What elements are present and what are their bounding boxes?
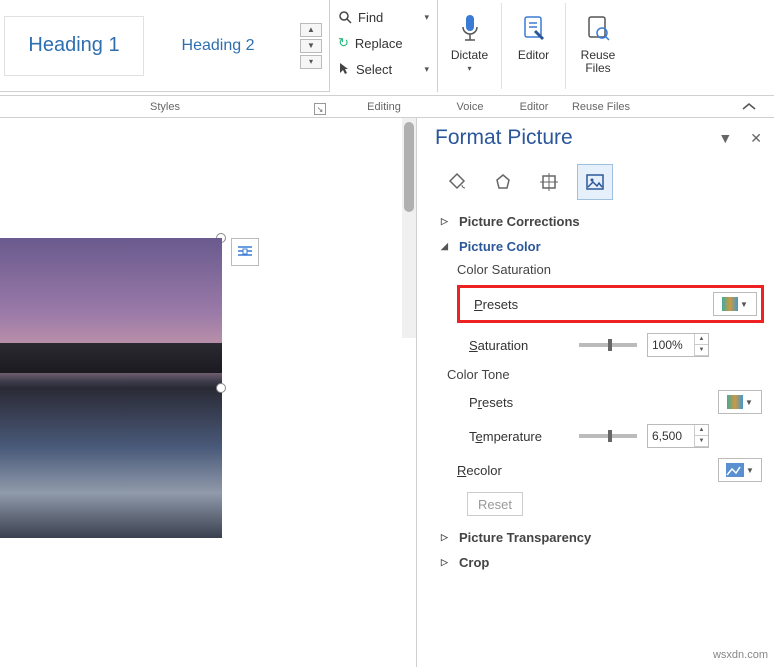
main-area: Format Picture ▼ ✕ ▷Picture Corrections …	[0, 118, 774, 667]
dictate-label: Dictate	[451, 49, 488, 62]
tone-presets-label: Presets	[469, 395, 569, 410]
editor-group-label: Editor	[502, 96, 566, 117]
format-picture-pane: Format Picture ▼ ✕ ▷Picture Corrections …	[416, 118, 774, 667]
scroll-thumb[interactable]	[404, 122, 414, 212]
dictate-button[interactable]: Dictate ▾	[438, 3, 502, 89]
cursor-icon	[338, 62, 350, 76]
chevron-down-icon: ▾	[424, 64, 429, 75]
styles-gallery: Heading 1 Heading 2 ▲ ▼ ▾	[0, 0, 330, 92]
resize-handle[interactable]	[216, 383, 226, 393]
chevron-down-icon: ▾	[424, 12, 429, 23]
recolor-label: Recolor	[457, 463, 557, 478]
editing-group-label: Editing	[330, 96, 438, 117]
chevron-up-icon	[742, 102, 756, 112]
saturation-presets-button[interactable]: ▼	[713, 292, 757, 316]
tab-effects[interactable]	[485, 164, 521, 200]
tab-fill[interactable]	[439, 164, 475, 200]
temperature-slider[interactable]	[579, 434, 637, 438]
layout-icon	[236, 244, 254, 260]
temperature-label: Temperature	[469, 429, 569, 444]
document-canvas[interactable]	[0, 118, 416, 667]
tab-layout[interactable]	[531, 164, 567, 200]
reuse-label: Reuse Files	[581, 49, 616, 75]
ribbon: Heading 1 Heading 2 ▲ ▼ ▾ Find ▾ ↻ Repla…	[0, 0, 774, 96]
chevron-down-icon[interactable]: ▼	[695, 436, 708, 447]
section-picture-color: ◢Picture Color Color Saturation Presets …	[441, 239, 762, 516]
close-icon[interactable]: ✕	[750, 130, 762, 147]
chevron-down-icon: ▼	[740, 300, 748, 309]
style-heading2[interactable]: Heading 2	[148, 16, 288, 76]
find-label: Find	[358, 10, 383, 25]
temperature-input[interactable]: 6,500▲▼	[647, 424, 709, 448]
editor-label: Editor	[518, 49, 549, 62]
tab-picture[interactable]	[577, 164, 613, 200]
replace-icon: ↻	[338, 35, 349, 51]
reuse-files-button[interactable]: Reuse Files	[566, 3, 630, 89]
editing-group: Find ▾ ↻ Replace Select ▾	[330, 0, 438, 92]
ribbon-group-labels: Styles ↘ Editing Voice Editor Reuse File…	[0, 96, 774, 118]
layout-options-button[interactable]	[231, 238, 259, 266]
tone-presets-row: Presets ▼	[469, 390, 762, 414]
dialog-launcher-icon[interactable]: ↘	[314, 103, 326, 115]
reset-button[interactable]: Reset	[467, 492, 523, 516]
chevron-down-icon[interactable]: ▼	[695, 345, 708, 356]
chevron-up-icon[interactable]: ▲	[695, 425, 708, 436]
picture-color-header[interactable]: ◢Picture Color	[441, 239, 762, 254]
pane-title: Format Picture	[435, 126, 573, 150]
saturation-input[interactable]: 100%▲▼	[647, 333, 709, 357]
pane-header: Format Picture ▼ ✕	[435, 126, 762, 150]
search-icon	[338, 10, 352, 24]
saturation-label: Color Saturation	[457, 262, 762, 277]
chevron-up-icon[interactable]: ▲	[300, 23, 322, 37]
styles-gallery-spinner[interactable]: ▲ ▼ ▾	[300, 23, 324, 69]
select-button[interactable]: Select ▾	[338, 56, 429, 82]
triangle-right-icon: ▷	[441, 532, 451, 543]
vertical-scrollbar[interactable]	[402, 118, 416, 338]
section-corrections[interactable]: ▷Picture Corrections	[441, 214, 762, 229]
recolor-button[interactable]: ▼	[718, 458, 762, 482]
section-crop[interactable]: ▷Crop	[441, 555, 762, 570]
select-label: Select	[356, 62, 392, 77]
editor-button[interactable]: Editor	[502, 3, 566, 89]
chevron-up-icon[interactable]: ▲	[695, 334, 708, 345]
triangle-down-icon: ◢	[441, 241, 451, 252]
picture-content	[0, 238, 222, 538]
saturation-row: Saturation 100%▲▼	[469, 333, 762, 357]
temperature-row: Temperature 6,500▲▼	[469, 424, 762, 448]
editor-icon	[516, 9, 552, 47]
recolor-row: Recolor ▼	[457, 458, 762, 482]
tone-presets-button[interactable]: ▼	[718, 390, 762, 414]
ribbon-collapse-button[interactable]	[636, 96, 774, 117]
preset-swatch-icon	[722, 297, 738, 311]
triangle-right-icon: ▷	[441, 557, 451, 568]
styles-group-label: Styles ↘	[0, 96, 330, 117]
color-tone-label: Color Tone	[447, 367, 762, 382]
selected-image[interactable]	[0, 238, 225, 628]
chevron-down-icon: ▼	[745, 398, 753, 407]
microphone-icon	[452, 9, 488, 47]
chevron-down-icon: ▾	[467, 64, 471, 73]
triangle-right-icon: ▷	[441, 216, 451, 227]
chevron-more-icon[interactable]: ▾	[300, 55, 322, 69]
replace-label: Replace	[355, 36, 403, 51]
watermark: wsxdn.com	[713, 649, 768, 661]
style-heading1[interactable]: Heading 1	[4, 16, 144, 76]
recolor-swatch-icon	[726, 463, 744, 477]
saturation-presets-row: Presets ▼	[457, 285, 764, 323]
pane-dropdown-icon[interactable]: ▼	[718, 130, 732, 147]
replace-button[interactable]: ↻ Replace	[338, 30, 429, 56]
chevron-down-icon[interactable]: ▼	[300, 39, 322, 53]
find-button[interactable]: Find ▾	[338, 4, 429, 30]
saturation-slider[interactable]	[579, 343, 637, 347]
voice-group-label: Voice	[438, 96, 502, 117]
reuse-group-label: Reuse Files	[566, 96, 636, 117]
voice-editor-reuse: Dictate ▾ Editor Reuse Files	[438, 0, 630, 92]
reuse-files-icon	[580, 9, 616, 47]
saturation-field-label: Saturation	[469, 338, 569, 353]
section-transparency[interactable]: ▷Picture Transparency	[441, 530, 762, 545]
pane-tabs	[439, 164, 762, 200]
chevron-down-icon: ▼	[746, 466, 754, 475]
preset-swatch-icon	[727, 395, 743, 409]
presets-label: Presets	[474, 297, 518, 312]
